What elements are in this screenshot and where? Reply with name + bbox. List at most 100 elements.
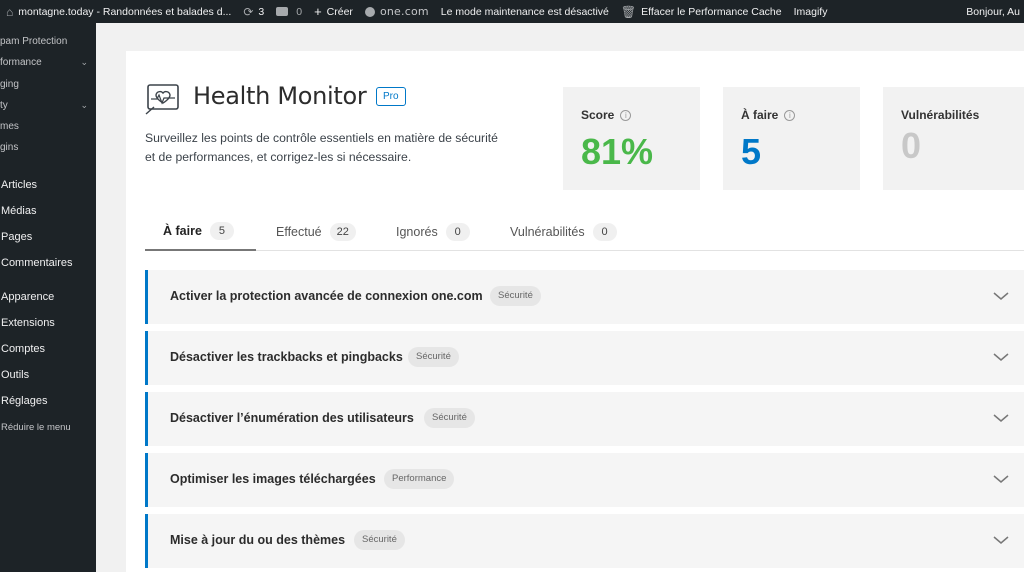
admin-sidebar: pam Protection formance ⌄ ging ty ⌄ mes gi… [0, 23, 96, 572]
site-link[interactable]: ⌂ montagne.today - Randonnées et balades… [0, 0, 237, 23]
tab-label: Ignorés [396, 225, 438, 239]
sidebar-item-label: ging [0, 78, 19, 90]
onecom-label: one.com [379, 5, 429, 18]
sidebar-item-label: pam Protection [0, 35, 68, 47]
stat-label-vulnerabilities: Vulnérabilités [901, 108, 979, 122]
sidebar-item-medias[interactable]: Médias [0, 199, 96, 223]
list-item[interactable]: Désactiver les trackbacks et pingbacks S… [145, 331, 1024, 385]
item-badge: Sécurité [490, 286, 541, 306]
comments-count: 0 [296, 5, 303, 18]
sidebar-item-plugins[interactable]: gins [0, 137, 96, 157]
greeting: Bonjour, Au [966, 5, 1020, 18]
tab-count: 22 [329, 223, 356, 241]
sidebar-item-label: formance [0, 56, 42, 68]
onecom-link[interactable]: one.com [359, 0, 435, 23]
chevron-down-icon[interactable] [992, 531, 1010, 549]
health-monitor-logo-icon [145, 84, 179, 115]
list-item[interactable]: Optimiser les images téléchargées Perfor… [145, 453, 1024, 507]
tab-count: 5 [209, 222, 234, 240]
sidebar-item-label: Extensions [1, 317, 55, 329]
stat-label-todo: À faire i [741, 108, 796, 122]
updates-count: 3 [258, 5, 265, 18]
maintenance-label: Le mode maintenance est désactivé [440, 5, 609, 18]
admin-bar: ⌂ montagne.today - Randonnées et balades… [0, 0, 1024, 23]
info-icon[interactable]: i [620, 109, 632, 121]
home-icon: ⌂ [6, 4, 14, 19]
sidebar-item-commentaires[interactable]: Commentaires [0, 251, 96, 275]
sidebar-item-spam-protection[interactable]: pam Protection [0, 31, 96, 51]
clear-cache-label: Effacer le Performance Cache [641, 5, 782, 18]
create-link[interactable]: + Créer [308, 0, 359, 23]
health-monitor-panel: Health Monitor Pro Surveillez les points… [126, 51, 1024, 572]
sidebar-item-performance[interactable]: formance ⌄ [0, 52, 96, 72]
item-title: Activer la protection avancée de connexi… [170, 289, 483, 303]
sidebar-item-label: Médias [1, 205, 37, 217]
tab-vulnerabilities[interactable]: Vulnérabilités 0 [510, 213, 617, 251]
chevron-down-icon: ⌄ [80, 99, 88, 110]
page-title: Health Monitor [193, 82, 367, 110]
onecom-logo-icon [364, 6, 375, 17]
tab-label: À faire [163, 224, 202, 238]
chevron-down-icon[interactable] [992, 409, 1010, 427]
maintenance-link[interactable]: Le mode maintenance est désactivé [435, 0, 615, 23]
tab-count: 0 [592, 223, 617, 241]
item-title: Désactiver l’énumération des utilisateur… [170, 411, 414, 425]
item-badge: Performance [384, 469, 455, 489]
sidebar-item-outils[interactable]: Outils [0, 363, 96, 387]
tab-count: 0 [445, 223, 470, 241]
sidebar-item-security[interactable]: ty ⌄ [0, 95, 96, 115]
updates-link[interactable]: ⟳ 3 [237, 0, 270, 23]
item-badge: Sécurité [408, 347, 459, 367]
stat-value-vulnerabilities: 0 [901, 125, 922, 166]
sidebar-item-reglages[interactable]: Réglages [0, 389, 96, 413]
tab-done[interactable]: Effectué 22 [276, 213, 356, 251]
sidebar-item-label: Commentaires [1, 257, 73, 269]
sidebar-item-label: Comptes [1, 343, 46, 355]
info-icon[interactable]: i [784, 109, 796, 121]
imagify-link[interactable]: Imagify [788, 0, 834, 23]
create-label: Créer [326, 5, 353, 18]
chevron-down-icon[interactable] [992, 470, 1010, 488]
list-item[interactable]: Activer la protection avancée de connexi… [145, 270, 1024, 324]
item-title: Optimiser les images téléchargées [170, 472, 376, 486]
stat-card-score: Score i 81% [563, 87, 700, 190]
trash-icon: 🗑 [620, 4, 637, 19]
comment-icon [276, 7, 289, 16]
collapse-menu-label: Réduire le menu [1, 421, 71, 433]
tab-ignored[interactable]: Ignorés 0 [396, 213, 470, 251]
tab-todo[interactable]: À faire 5 [145, 213, 256, 251]
plus-icon: + [314, 4, 322, 19]
sidebar-item-label: Apparence [1, 291, 55, 303]
item-title: Mise à jour du ou des thèmes [170, 533, 346, 547]
list-item[interactable]: Désactiver l’énumération des utilisateur… [145, 392, 1024, 446]
sidebar-item-pages[interactable]: Pages [0, 225, 96, 249]
stat-label-text: Vulnérabilités [901, 108, 980, 122]
sidebar-item-label: Articles [1, 179, 38, 191]
tab-label: Vulnérabilités [510, 225, 585, 239]
chevron-down-icon[interactable] [992, 287, 1010, 305]
clear-cache-link[interactable]: 🗑 Effacer le Performance Cache [615, 0, 788, 23]
sidebar-item-articles[interactable]: Articles [0, 173, 96, 197]
comments-link[interactable]: 0 [270, 0, 308, 23]
sidebar-item-label: Outils [1, 369, 30, 381]
stat-card-todo: À faire i 5 [723, 87, 860, 190]
stat-card-vulnerabilities: Vulnérabilités 0 [883, 87, 1024, 190]
chevron-down-icon[interactable] [992, 348, 1010, 366]
sidebar-item-extensions[interactable]: Extensions [0, 311, 96, 335]
pro-badge: Pro [376, 87, 406, 106]
sidebar-item-label: Réglages [1, 395, 48, 407]
list-item[interactable]: Mise à jour du ou des thèmes Sécurité [145, 514, 1024, 568]
sidebar-item-comptes[interactable]: Comptes [0, 337, 96, 361]
sidebar-item-staging[interactable]: ging [0, 74, 96, 94]
main-content: Health Monitor Pro Surveillez les points… [96, 23, 1024, 572]
item-title: Désactiver les trackbacks et pingbacks [170, 350, 403, 364]
sidebar-item-label: mes [0, 120, 19, 132]
stat-label-score: Score i [581, 108, 632, 122]
sidebar-item-apparence[interactable]: Apparence [0, 285, 96, 309]
sidebar-item-label: gins [0, 141, 19, 153]
imagify-label: Imagify [793, 5, 828, 18]
sidebar-item-themes[interactable]: mes [0, 116, 96, 136]
account-link[interactable]: Bonjour, Au [962, 0, 1024, 23]
stat-label-text: À faire [741, 108, 779, 122]
collapse-menu-button[interactable]: Réduire le menu [0, 415, 96, 439]
